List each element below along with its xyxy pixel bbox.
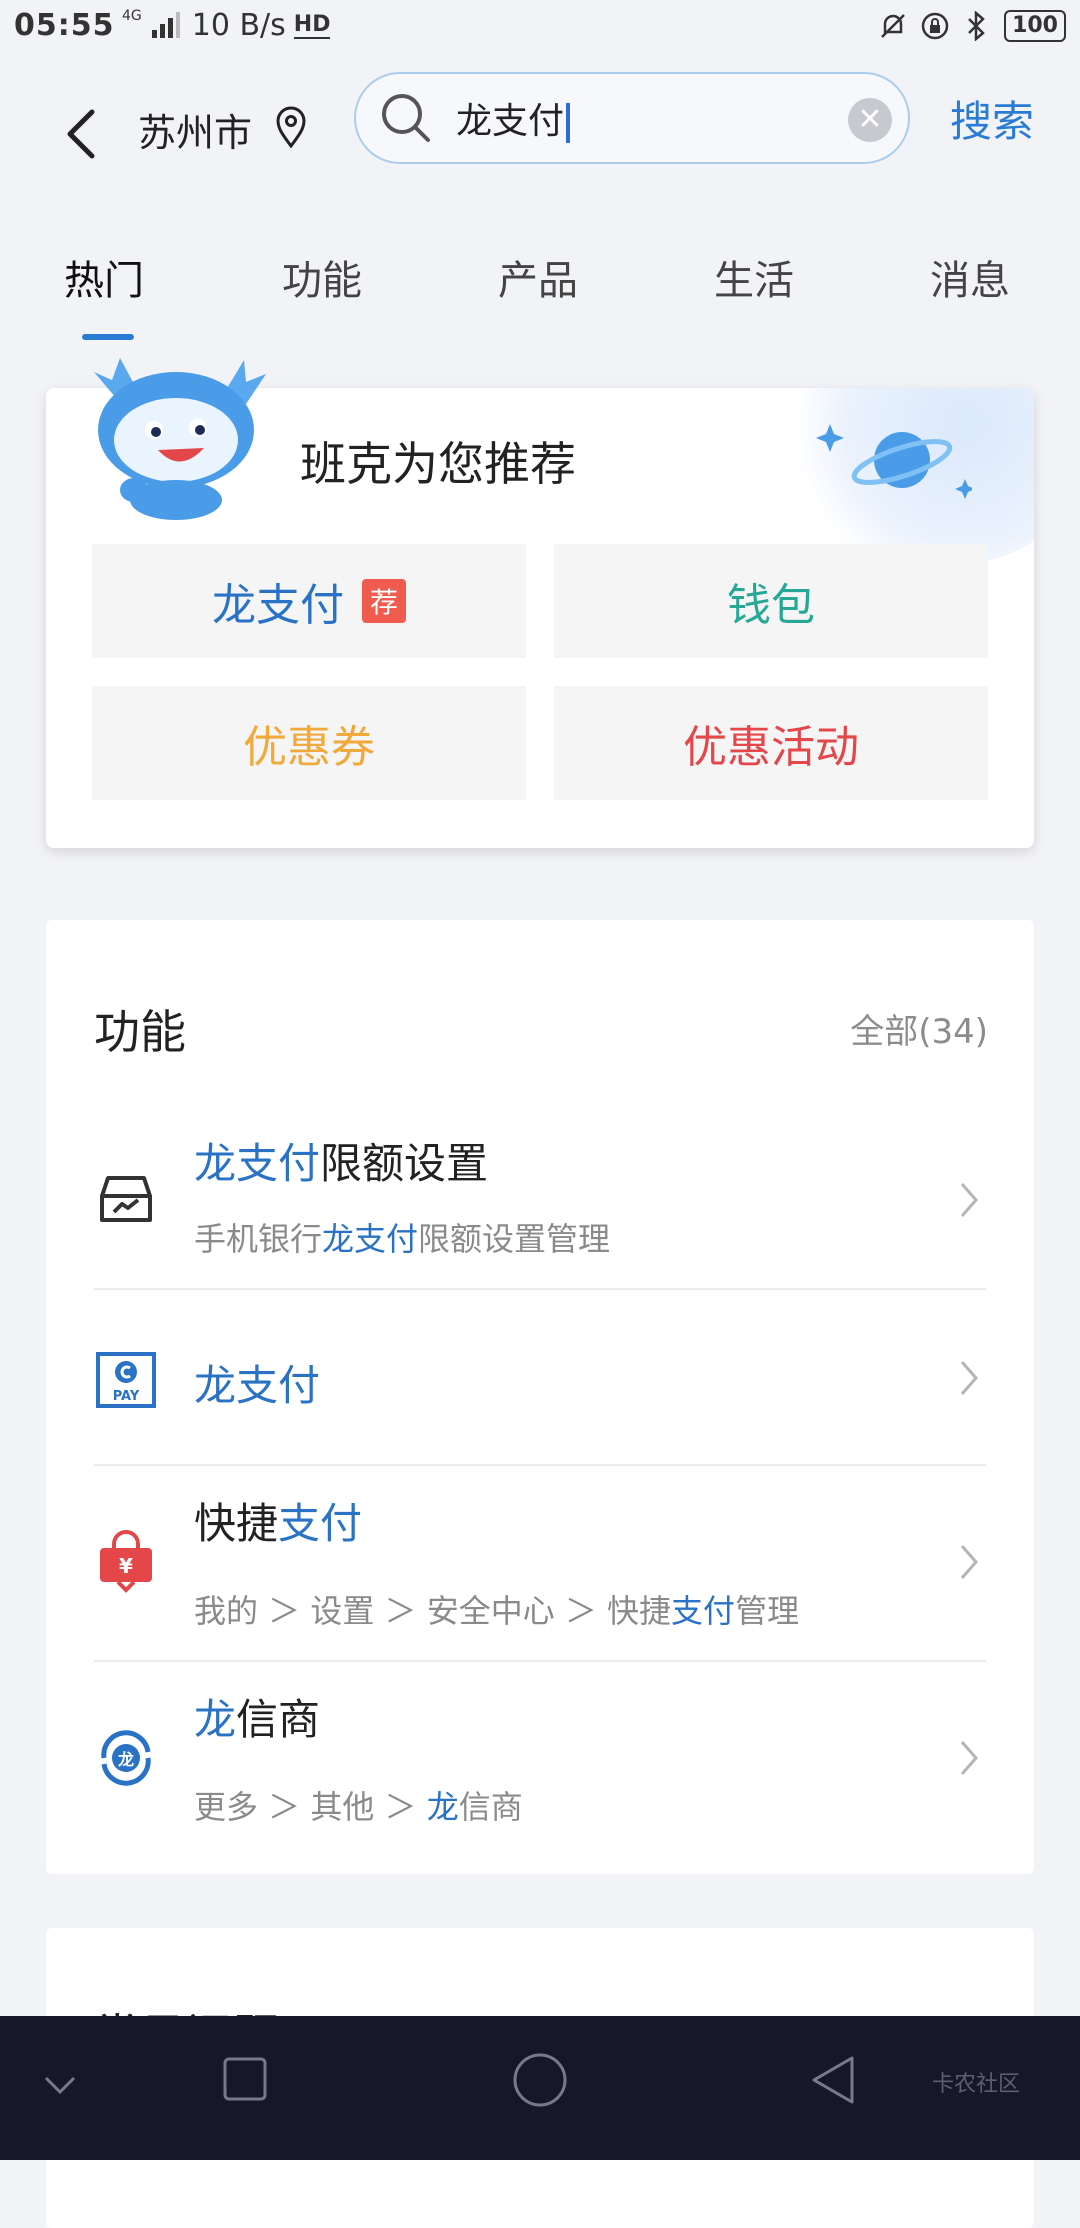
search-input[interactable]: 龙支付 xyxy=(456,92,571,144)
clock: 05:55 xyxy=(14,8,115,43)
search-bar[interactable]: 龙支付 ✕ xyxy=(354,72,910,164)
sub-highlight: 龙支付 xyxy=(322,1220,419,1258)
result-row[interactable]: ¥ 快捷支付 我的 ＞ 设置 ＞ 安全中心 ＞ 快捷支付管理 xyxy=(94,1466,986,1662)
bluetooth-icon xyxy=(962,11,992,41)
status-bar: 05:55 4G 10 B/s HD 100 xyxy=(0,0,1080,56)
sub-path: 我的 ＞ 设置 ＞ 安全中心 ＞ 快捷 xyxy=(194,1592,672,1630)
collapse-icon[interactable] xyxy=(42,2074,78,2098)
title-rest: 信商 xyxy=(236,1695,321,1744)
result-title: 龙支付限额设置 xyxy=(194,1130,488,1191)
quick-pay-icon: ¥ xyxy=(100,1530,152,1593)
sub-post: 信商 xyxy=(458,1788,523,1826)
chevron-right-icon xyxy=(960,1741,978,1775)
city-selector[interactable]: 苏州市 xyxy=(138,102,252,157)
recommend-badge: 荐 xyxy=(361,579,406,623)
tab-product[interactable]: 产品 xyxy=(498,248,578,306)
title-pre: 快捷 xyxy=(194,1499,279,1548)
pay-icon: PAY xyxy=(96,1352,156,1408)
chevron-right-icon xyxy=(960,1361,978,1395)
title-rest: 限额设置 xyxy=(320,1139,489,1188)
search-input-text: 龙支付 xyxy=(456,101,565,142)
chip-label: 钱包 xyxy=(727,580,815,631)
location-pin-icon[interactable] xyxy=(274,106,308,148)
function-results-card: 功能 全部(34) 龙支付限额设置 手机银行龙支付限额设置管理 PAY 龙支付 … xyxy=(46,920,1034,1874)
limit-setting-icon xyxy=(100,1176,152,1222)
chevron-right-icon xyxy=(960,1183,978,1217)
watermark-logo: 卡农社区 xyxy=(931,2072,1020,2097)
svg-text:¥: ¥ xyxy=(119,1554,133,1578)
result-title: 快捷支付 xyxy=(194,1490,362,1551)
search-icon xyxy=(382,94,430,142)
mute-icon xyxy=(878,11,908,41)
title-highlight: 支付 xyxy=(278,1499,363,1548)
mascot-icon xyxy=(94,358,266,520)
chip-coupon[interactable]: 优惠券 xyxy=(92,686,526,800)
lock-rotation-icon xyxy=(920,11,950,41)
signal-icon xyxy=(151,11,180,38)
result-subtitle: 更多 ＞ 其他 ＞ 龙信商 xyxy=(194,1782,523,1828)
long-merchant-icon: 龙 xyxy=(101,1730,151,1786)
network-type: 4G xyxy=(122,7,142,24)
clear-icon[interactable]: ✕ xyxy=(848,98,892,142)
svg-text:龙: 龙 xyxy=(117,1750,134,1769)
home-icon[interactable] xyxy=(512,2052,568,2108)
result-title: 龙支付 xyxy=(194,1352,320,1413)
search-button[interactable]: 搜索 xyxy=(950,88,1034,149)
active-tab-indicator xyxy=(82,334,134,340)
recommend-title: 班克为您推荐 xyxy=(300,437,576,491)
title-highlight: 龙支付 xyxy=(194,1139,321,1188)
result-title: 龙信商 xyxy=(194,1686,320,1747)
result-row[interactable]: 龙支付限额设置 手机银行龙支付限额设置管理 xyxy=(94,1110,986,1290)
section-title: 功能 xyxy=(94,1005,186,1059)
back-arrow-icon[interactable] xyxy=(62,108,102,160)
battery-icon: 100 xyxy=(1004,10,1066,42)
result-subtitle: 我的 ＞ 设置 ＞ 安全中心 ＞ 快捷支付管理 xyxy=(194,1586,799,1632)
recent-apps-icon[interactable] xyxy=(222,2056,268,2102)
text-caret xyxy=(566,103,571,143)
network-status: 4G 10 B/s HD xyxy=(122,7,331,43)
system-nav-bar: 卡农社区 xyxy=(0,2016,1080,2160)
sub-highlight: 龙 xyxy=(426,1788,459,1826)
tab-function[interactable]: 功能 xyxy=(282,248,362,306)
planet-icon xyxy=(816,424,972,499)
title-highlight: 龙 xyxy=(194,1695,237,1744)
category-tabs: 热门 功能 产品 生活 消息 xyxy=(0,230,1080,340)
hd-icon: HD xyxy=(293,12,331,39)
chip-promotion[interactable]: 优惠活动 xyxy=(554,686,988,800)
title-highlight: 龙支付 xyxy=(194,1361,321,1410)
chip-wallet[interactable]: 钱包 xyxy=(554,544,988,658)
back-icon[interactable] xyxy=(808,2054,858,2106)
sub-pre: 手机银行 xyxy=(194,1220,323,1258)
chip-label: 龙支付 xyxy=(211,580,344,631)
chip-label: 优惠活动 xyxy=(683,722,859,773)
sub-path: 更多 ＞ 其他 ＞ xyxy=(194,1788,427,1826)
tab-life[interactable]: 生活 xyxy=(714,248,794,306)
divider xyxy=(94,1288,986,1290)
sub-post: 限额设置管理 xyxy=(418,1220,611,1258)
chip-long-pay[interactable]: 龙支付 荐 xyxy=(92,544,526,658)
sub-highlight: 支付 xyxy=(671,1592,736,1630)
sub-post: 管理 xyxy=(735,1592,800,1630)
net-speed: 10 B/s xyxy=(191,8,286,43)
result-row[interactable]: PAY 龙支付 xyxy=(94,1292,986,1466)
search-header: 苏州市 龙支付 ✕ 搜索 xyxy=(0,56,1080,196)
result-subtitle: 手机银行龙支付限额设置管理 xyxy=(194,1214,610,1260)
chevron-right-icon xyxy=(960,1545,978,1579)
svg-text:PAY: PAY xyxy=(113,1389,140,1404)
view-all-link[interactable]: 全部(34) xyxy=(850,1004,988,1053)
tab-message[interactable]: 消息 xyxy=(930,248,1010,306)
result-row[interactable]: 龙 龙信商 更多 ＞ 其他 ＞ 龙信商 xyxy=(94,1662,986,1858)
tab-hot[interactable]: 热门 xyxy=(64,248,144,306)
chip-label: 优惠券 xyxy=(243,722,375,773)
